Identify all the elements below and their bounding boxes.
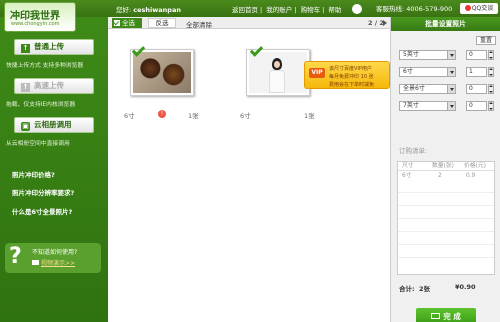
normal-upload-button[interactable]: ↑ 普通上传 [14,39,94,55]
chevron-down-icon [447,85,455,93]
help-text: 不知道如何使用? [32,249,78,256]
cloud-album-button[interactable]: ▣ 云相册调用 [14,117,94,133]
username: ceshiwanpan [133,6,181,14]
upload-arrow-icon: ↑ [21,83,30,92]
hotline: 客服热线: 4006-579-900 [352,3,452,14]
checkbox-icon [114,20,120,26]
nav-help-link[interactable]: 帮助 [328,6,341,14]
quantity-stepper[interactable] [488,50,494,60]
normal-upload-hint: 快捷上传方式 支持多种浏览器 [6,63,84,69]
quantity-stepper[interactable] [488,101,494,111]
cart-icon [431,313,441,319]
video-demo-link[interactable]: 视频演示>> [32,258,75,267]
vip-badge: VIP [309,68,325,78]
chevron-down-icon [447,102,455,110]
selected-check-icon[interactable] [250,45,261,56]
quantity-input[interactable]: 0 [466,101,487,111]
food-photo [133,52,191,93]
panel-title: 批量设置照片 [391,17,500,31]
nav-cart-link[interactable]: 购物车 [301,6,321,14]
clear-all-button[interactable]: 全部清除 [186,19,212,29]
quantity-stepper[interactable] [488,67,494,77]
batch-settings-panel: 批量设置照片 重置 5英寸 0 6寸 1 全景6寸 0 7英寸 0 订购清单: … [390,17,500,322]
order-total: 合计: 2张 ¥0.90 [399,283,476,293]
order-table: 尺寸 数量(张) 价格(元) 6寸 2 0.9 [397,161,495,275]
nav-home-link[interactable]: 返回首页 [232,6,258,14]
order-list-title: 订购清单: [399,147,428,155]
page-indicator: 2 / 2 [368,19,384,27]
chevron-down-icon [447,51,455,59]
photo-thumbnail[interactable] [246,49,310,96]
table-row: 6寸 2 0.9 [402,173,476,179]
size-select[interactable]: 全景6寸 [399,84,456,94]
greeting: 您好: ceshiwanpan [116,6,181,14]
portrait-photo [249,52,307,93]
photo-count: 1张 [304,112,315,120]
total-amount: ¥0.90 [455,283,476,291]
invert-selection-button[interactable]: 反选 [148,18,176,28]
photo-toolbar: 全选 反选 全部清除 2 / 2 [108,17,390,29]
select-all-button[interactable]: 全选 [112,18,142,28]
top-nav: 返回首页 | 我的账户 | 购物车 | 帮助 [232,6,342,14]
total-count: 2张 [419,285,431,293]
reset-button[interactable]: 重置 [476,36,496,45]
table-header: 尺寸 数量(张) 价格(元) [398,162,494,171]
finish-button[interactable]: 完 成 [416,308,476,322]
fast-upload-hint: 拖载、仅支持IE内核浏览器 [6,102,76,108]
quantity-input[interactable]: 0 [466,50,487,60]
warning-icon[interactable]: ! [158,110,166,118]
size-select[interactable]: 6寸 [399,67,456,77]
video-icon [32,260,39,265]
chevron-down-icon [447,68,455,76]
photo-size: 6寸 [240,112,251,120]
cloud-album-hint: 从云相册空间中直接调用 [6,141,70,147]
qq-chat-button[interactable]: QQ交谈 [460,3,498,14]
help-box: ? 不知道如何使用? 视频演示>> [5,243,101,273]
upload-arrow-icon: ↑ [21,44,30,53]
phone-icon [352,4,362,14]
vip-promo-tag: VIP 该尺寸百度VIP用户 每月免费冲印 10 张 费用会在下单时减免 [304,61,390,89]
size-select[interactable]: 7英寸 [399,101,456,111]
quantity-stepper[interactable] [488,84,494,94]
left-sidebar: ↑ 普通上传 快捷上传方式 支持多种浏览器 ↑ 高速上传 拖载、仅支持IE内核浏览器… [0,17,108,322]
faq-price-link[interactable]: 照片冲印价格? [12,169,55,179]
cloud-album-icon: ▣ [21,122,30,131]
faq-resolution-link[interactable]: 照片冲印分辨率要求? [12,187,74,197]
logo[interactable]: 冲印我世界 www.chongyin.com [4,2,76,32]
question-icon: ? [9,244,22,269]
photo-thumbnail[interactable] [130,49,194,96]
nav-account-link[interactable]: 我的账户 [266,6,292,14]
size-select[interactable]: 5英寸 [399,50,456,60]
faq-panorama-link[interactable]: 什么是6寸全景照片? [12,206,72,216]
quantity-input[interactable]: 1 [466,67,487,77]
quantity-input[interactable]: 0 [466,84,487,94]
selected-check-icon[interactable] [132,45,143,56]
photo-size: 6寸 [124,112,135,120]
qq-icon [464,5,471,11]
next-page-icon[interactable] [383,20,387,26]
photo-count: 1张 [188,112,199,120]
fast-upload-button[interactable]: ↑ 高速上传 [14,78,94,94]
